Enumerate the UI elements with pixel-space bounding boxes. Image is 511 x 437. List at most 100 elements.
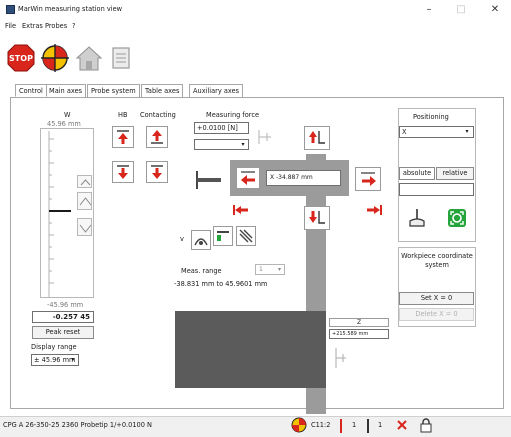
probe-down-right-button[interactable] <box>304 206 330 230</box>
probe-force-icon[interactable] <box>253 127 275 147</box>
scan-mode-icon <box>194 238 208 246</box>
z-probe-icon <box>331 346 349 372</box>
stop-button[interactable]: STOP <box>7 44 35 72</box>
status-count-1: 1 <box>352 421 357 429</box>
jump-left-button[interactable] <box>232 203 250 217</box>
meas-range-select-value: 1 <box>259 266 263 273</box>
arrow-up-icon <box>151 130 163 144</box>
gauge-scale <box>40 128 94 298</box>
step-up-small-button[interactable] <box>77 175 92 188</box>
app-icon <box>6 5 15 14</box>
delete-x-zero-button[interactable]: Delete X = 0 <box>399 308 474 321</box>
mode-continuous-button[interactable] <box>236 226 256 246</box>
title-bar: MarWin measuring station view – □ ✕ <box>0 0 511 20</box>
menu-help[interactable]: ? <box>72 22 76 30</box>
tab-main-axes[interactable]: Main axes <box>45 84 87 97</box>
arrow-up-icon <box>117 130 129 144</box>
absolute-toggle[interactable]: absolute <box>399 167 435 180</box>
hb-down-button[interactable] <box>112 161 134 183</box>
status-c-label: C11:2 <box>311 421 331 429</box>
gauge-ticks <box>48 131 71 297</box>
jump-right-button[interactable] <box>365 203 383 217</box>
tab-table-axes[interactable]: Table axes <box>141 84 184 97</box>
probe-base <box>175 311 326 388</box>
status-lock-icon <box>419 417 433 433</box>
target-button[interactable] <box>41 44 69 72</box>
move-to-position-button[interactable] <box>405 206 429 230</box>
hb-up-button[interactable] <box>112 126 134 148</box>
document-button[interactable] <box>107 44 135 72</box>
meas-range-text: -38.831 mm to 45.9601 mm <box>174 280 268 288</box>
move-right-button[interactable] <box>355 167 381 191</box>
mode-point-button[interactable] <box>213 226 233 246</box>
positioning-axis-value: X <box>402 128 407 136</box>
positioning-axis-select[interactable]: X ▾ <box>399 126 474 138</box>
tab-control[interactable]: Control <box>15 84 47 97</box>
arrow-down-icon <box>151 165 163 179</box>
level-indicator-icon <box>367 419 369 433</box>
relative-toggle[interactable]: relative <box>436 167 474 180</box>
mode-scan-button[interactable] <box>191 230 211 250</box>
measuring-force-select[interactable]: ▾ <box>194 139 249 150</box>
maximize-button[interactable]: □ <box>447 1 475 18</box>
window-title: MarWin measuring station view <box>18 5 123 13</box>
set-x-zero-button[interactable]: Set X = 0 <box>399 292 474 305</box>
center-position-button[interactable] <box>445 206 469 230</box>
status-bar-indicator <box>337 418 345 434</box>
dropdown-arrow-icon: ▾ <box>241 141 245 148</box>
home-button[interactable] <box>75 44 103 72</box>
peak-reset-button[interactable]: Peak reset <box>32 326 94 339</box>
contacting-up-button[interactable] <box>146 126 168 148</box>
gauge-top-value: 45.96 mm <box>47 120 81 128</box>
lock-icon <box>420 418 432 433</box>
menu-extras[interactable]: Extras <box>22 22 43 30</box>
point-mode-icon <box>217 231 229 241</box>
close-button[interactable]: ✕ <box>481 1 509 18</box>
svg-text:STOP: STOP <box>9 54 33 63</box>
probe-tip-graphic <box>195 168 223 192</box>
chevron-up-icon <box>80 179 91 186</box>
status-text: CPG A 26-350-25 2360 Probetip 1/+0.0100 … <box>3 421 152 429</box>
probe-up-right-button[interactable] <box>304 126 330 150</box>
tab-probe-system[interactable]: Probe system <box>87 84 140 97</box>
menu-probes[interactable]: Probes <box>45 22 67 30</box>
dropdown-arrow-icon: ▾ <box>465 128 469 135</box>
workpiece-title: Workpiece coordinate system <box>401 252 473 269</box>
contacting-down-button[interactable] <box>146 161 168 183</box>
status-cancel-icon[interactable] <box>395 418 409 432</box>
document-icon <box>112 47 130 69</box>
probe-force-icon <box>258 130 271 144</box>
status-bar-indicator-2 <box>364 418 372 434</box>
step-down-large-button[interactable] <box>77 218 92 236</box>
menu-file[interactable]: File <box>5 22 16 30</box>
measuring-force-header: Measuring force <box>206 111 260 119</box>
arrow-down-icon <box>117 165 129 179</box>
meas-range-select[interactable]: 1 ▾ <box>255 264 285 275</box>
tab-auxiliary-axes[interactable]: Auxiliary axes <box>189 84 244 97</box>
arrow-right-icon <box>361 172 376 186</box>
crosshair-target-icon <box>291 417 307 433</box>
display-range-label: Display range <box>31 343 77 351</box>
hb-header: HB <box>118 111 128 119</box>
status-count-2: 1 <box>378 421 383 429</box>
probe-move-icon <box>409 209 425 227</box>
arrow-left-icon <box>241 171 255 185</box>
position-value-input[interactable] <box>399 183 474 196</box>
z-axis-label: Z <box>329 318 389 327</box>
measuring-force-field[interactable]: +0.0100 [N] <box>194 122 249 134</box>
stop-icon: STOP <box>7 44 35 72</box>
arrow-up-icon <box>309 131 325 144</box>
cross-icon <box>397 420 407 430</box>
level-indicator-icon <box>340 419 342 433</box>
chevron-up-icon <box>79 197 92 206</box>
step-up-large-button[interactable] <box>77 192 92 210</box>
jump-left-icon <box>233 205 248 215</box>
gauge-header: W <box>64 111 71 119</box>
display-range-select[interactable]: ± 45.96 mm ▾ <box>31 354 79 366</box>
gauge-bottom-value: -45.96 mm <box>47 301 84 309</box>
probe-stylus-icon <box>196 171 221 189</box>
status-target-icon <box>291 417 307 433</box>
minimize-button[interactable]: – <box>415 1 443 18</box>
gauge-current-value: -0.257 45 <box>32 311 94 323</box>
move-left-button[interactable] <box>236 167 260 189</box>
